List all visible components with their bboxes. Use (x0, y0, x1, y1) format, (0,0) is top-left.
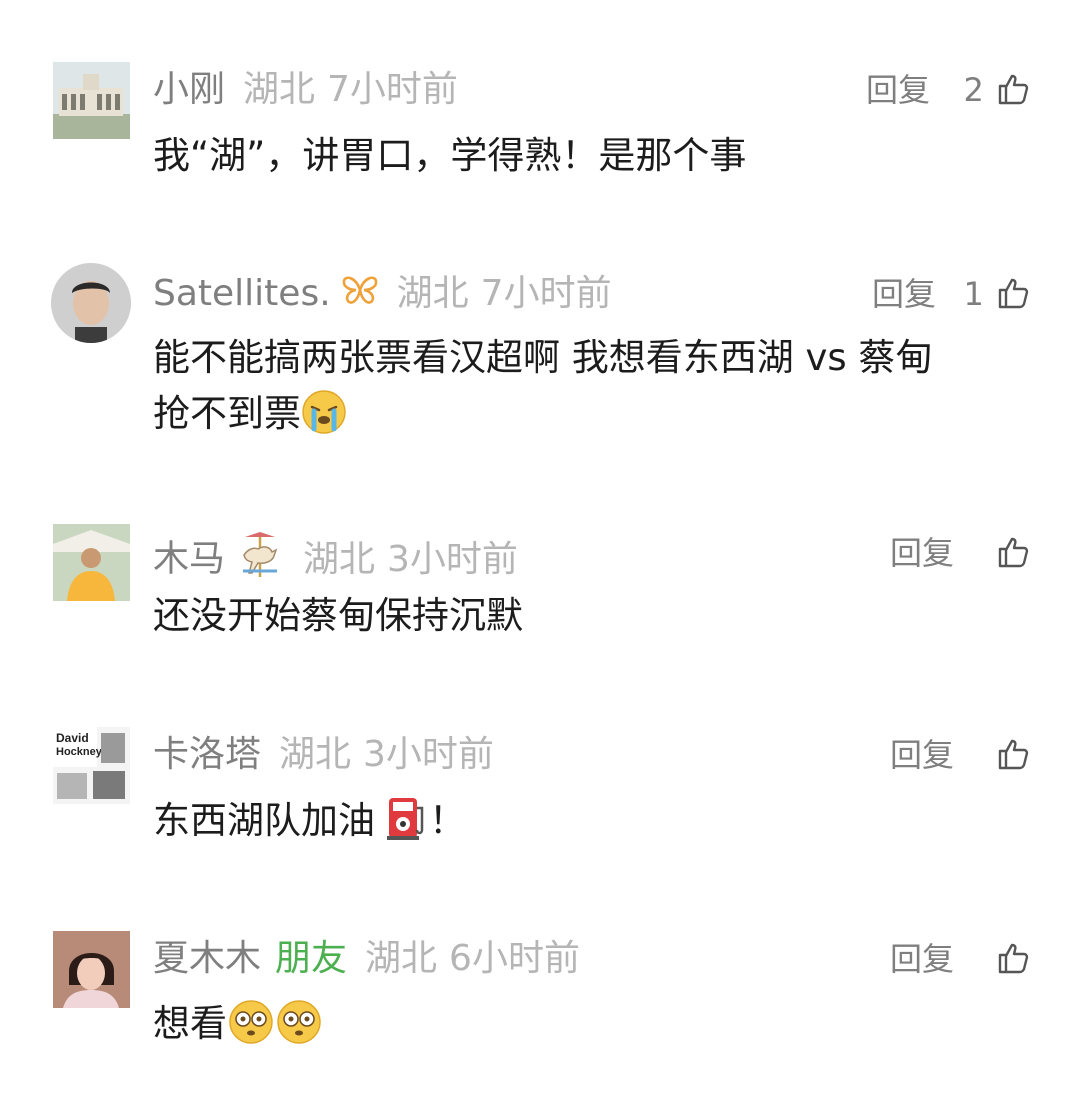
timestamp: 3小时前 (363, 734, 494, 775)
comment-text: 还没开始蔡甸保持沉默 (153, 594, 523, 637)
avatar-poster-text: Hockney (56, 746, 103, 758)
comment-text: 能不能搞两张票看汉超啊 我想看东西湖 vs 蔡甸 抢不到票 (153, 330, 1023, 451)
avatar[interactable] (51, 263, 131, 343)
flushed-face-emoji (275, 999, 323, 1061)
comment-text-fragment: ！ (429, 799, 466, 842)
thumbs-up-icon (998, 943, 1029, 974)
comment-header: 小刚 湖北 7小时前 (153, 68, 458, 112)
like-count: 1 (963, 275, 984, 313)
avatar-building-image (53, 62, 130, 139)
crying-face-emoji (301, 389, 347, 451)
avatar-david-hockney-poster-image: David Hockney (53, 727, 130, 804)
friend-label: 朋友 (275, 938, 348, 979)
avatar-person-yellow-shirt-image (53, 524, 130, 601)
comment-text: 想看 (153, 996, 1023, 1061)
username[interactable]: 小刚 (153, 69, 225, 110)
reply-button[interactable]: 回复 (890, 937, 954, 981)
butterfly-icon (341, 273, 379, 318)
username[interactable]: 卡洛塔 (153, 734, 261, 775)
timestamp: 7小时前 (327, 69, 458, 110)
comment-header: 木马 湖北 3小时前 (153, 531, 518, 590)
thumbs-up-icon (998, 537, 1029, 568)
comment-header: Satellites. 湖北 7小时前 (153, 272, 612, 318)
comment-text-fragment: 想看 (153, 1002, 227, 1045)
region-label: 湖北 (365, 938, 438, 979)
carousel-horse-icon (235, 531, 285, 590)
reply-button[interactable]: 回复 (890, 733, 954, 777)
region-label: 湖北 (303, 538, 376, 580)
like-button[interactable]: 2 (963, 68, 1032, 112)
timestamp: 7小时前 (480, 273, 612, 314)
comment-text-line: 能不能搞两张票看汉超啊 我想看东西湖 vs 蔡甸 (153, 336, 933, 379)
like-button[interactable] (994, 937, 1032, 981)
username[interactable]: 夏木木 (153, 938, 261, 979)
like-button[interactable]: 1 (963, 272, 1032, 316)
fuel-pump-emoji (385, 794, 429, 858)
avatar[interactable]: David Hockney (53, 727, 130, 804)
avatar[interactable] (53, 524, 130, 601)
thumbs-up-icon (998, 739, 1029, 770)
avatar-poster-text: David (56, 731, 89, 745)
comment-text: 我“湖”，讲胃口，学得熟！是那个事 (153, 134, 747, 177)
region-label: 湖北 (279, 734, 352, 775)
like-button[interactable] (994, 531, 1032, 575)
region-label: 湖北 (243, 69, 316, 110)
thumbs-up-icon (998, 278, 1029, 309)
reply-button[interactable]: 回复 (866, 68, 930, 112)
comment-text-fragment: 抢不到票 (153, 392, 301, 435)
like-button[interactable] (994, 733, 1032, 777)
username[interactable]: 木马 (153, 539, 225, 580)
reply-button[interactable]: 回复 (890, 531, 954, 575)
avatar[interactable] (53, 931, 130, 1008)
region-label: 湖北 (396, 273, 469, 314)
comment-text-fragment: 东西湖队加油 (153, 799, 375, 842)
thumbs-up-icon (998, 74, 1029, 105)
flushed-face-emoji (227, 999, 275, 1061)
avatar[interactable] (53, 62, 130, 139)
comment-text-line: 抢不到票 (153, 386, 1023, 451)
reply-button[interactable]: 回复 (872, 272, 936, 316)
comment-header: 夏木木 朋友 湖北 6小时前 (153, 937, 580, 981)
like-count: 2 (963, 71, 984, 109)
timestamp: 3小时前 (387, 538, 518, 580)
comment-text: 东西湖队加油 ！ (153, 793, 1023, 858)
avatar-girl-portrait-image (53, 931, 130, 1008)
comment-header: 卡洛塔 湖北 3小时前 (153, 733, 494, 777)
username[interactable]: Satellites. (153, 273, 331, 314)
timestamp: 6小时前 (449, 938, 580, 979)
avatar-man-portrait-image (51, 263, 131, 343)
